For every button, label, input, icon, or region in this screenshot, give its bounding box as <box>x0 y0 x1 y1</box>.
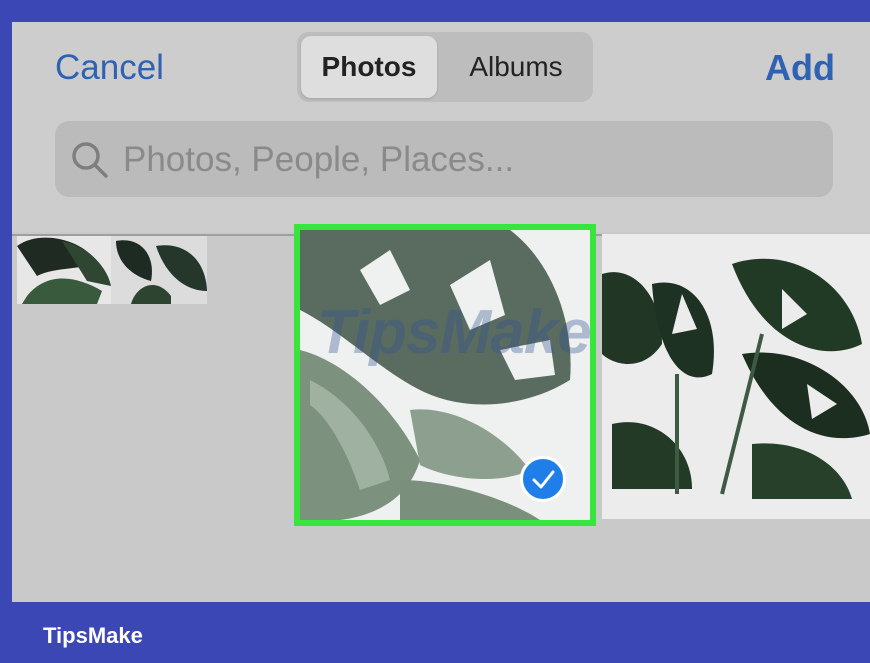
brand-logo-text: TipsMake <box>43 623 143 648</box>
photo-thumbnail[interactable] <box>17 236 111 304</box>
add-button[interactable]: Add <box>765 47 835 89</box>
photos-albums-segmented-control: Photos Albums <box>297 32 593 102</box>
checkmark-icon <box>520 456 566 502</box>
monstera-leaf-image <box>17 237 111 304</box>
search-icon <box>72 142 108 178</box>
tab-albums[interactable]: Albums <box>443 36 589 98</box>
photo-thumbnail[interactable] <box>602 234 870 519</box>
monstera-leaf-image <box>116 240 207 304</box>
photo-thumbnail[interactable] <box>111 236 207 304</box>
monstera-leaf-image <box>602 234 870 519</box>
search-input[interactable] <box>121 121 825 199</box>
watermark-text: TipsMake <box>317 298 591 367</box>
search-bar[interactable] <box>55 121 833 199</box>
tab-photos[interactable]: Photos <box>301 36 437 98</box>
cancel-button[interactable]: Cancel <box>55 48 164 88</box>
photo-picker-screen: Cancel Photos Albums Add Photos, People,… <box>12 22 870 602</box>
picker-toolbar: Cancel Photos Albums Add <box>12 22 870 232</box>
